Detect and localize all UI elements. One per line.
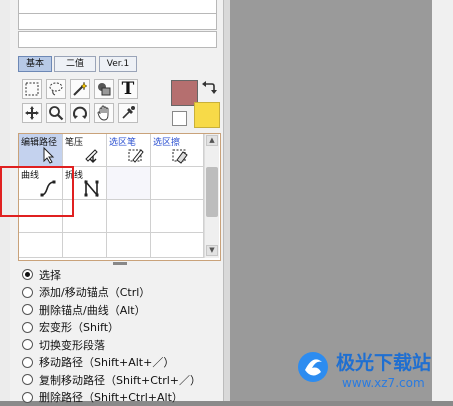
subtool-empty-slot xyxy=(151,167,204,200)
option-label: 删除锚点/曲线（Alt） xyxy=(39,302,146,318)
option-label: 添加/移动锚点（Ctrl） xyxy=(39,284,150,300)
radio-button[interactable] xyxy=(22,304,33,315)
swap-colors-icon[interactable] xyxy=(201,80,217,96)
option-macro-transform[interactable]: 宏变形（Shift） xyxy=(22,319,201,337)
hand-icon[interactable] xyxy=(94,103,114,123)
radio-button[interactable] xyxy=(22,392,33,403)
top-field-2[interactable] xyxy=(18,13,217,30)
tool-options-list: 选择 添加/移动锚点（Ctrl） 删除锚点/曲线（Alt） 宏变形（Shift）… xyxy=(22,266,201,406)
subtool-label: 笔压 xyxy=(65,135,83,148)
option-label: 切换变形段落 xyxy=(39,337,105,353)
rotate-icon[interactable] xyxy=(70,103,90,123)
subtool-empty-slot xyxy=(63,233,107,258)
subtool-empty-slot xyxy=(107,167,151,200)
watermark-url: www.xz7.com xyxy=(342,376,425,390)
option-label: 删除路径（Shift+Ctrl+Alt） xyxy=(39,389,183,405)
subtool-empty-slot xyxy=(107,233,151,258)
reset-colors-icon[interactable] xyxy=(172,111,187,126)
radio-button[interactable] xyxy=(22,269,33,280)
watermark-logo-icon xyxy=(296,350,330,384)
scroll-thumb[interactable] xyxy=(206,167,218,217)
pointer-icon xyxy=(39,146,57,164)
subtool-selection-pen[interactable]: 选区笔 xyxy=(107,134,151,167)
radio-button[interactable] xyxy=(22,322,33,333)
secondary-color-swatch[interactable] xyxy=(194,102,220,128)
option-label: 选择 xyxy=(39,267,61,283)
scroll-up-icon[interactable]: ▲ xyxy=(206,135,218,146)
scroll-down-icon[interactable]: ▼ xyxy=(206,245,218,256)
polyline-icon xyxy=(83,179,101,197)
magic-wand-icon[interactable] xyxy=(70,79,90,99)
move-icon[interactable] xyxy=(22,103,42,123)
option-label: 宏变形（Shift） xyxy=(39,319,119,335)
subtool-pressure[interactable]: 笔压 xyxy=(63,134,107,167)
radio-button[interactable] xyxy=(22,339,33,350)
subtool-empty-slot xyxy=(151,233,204,258)
subtool-empty-slot xyxy=(107,200,151,233)
top-field-3[interactable] xyxy=(18,31,217,48)
option-copy-move-path[interactable]: 复制移动路径（Shift+Ctrl+／） xyxy=(22,371,201,389)
top-field-1[interactable] xyxy=(18,0,217,14)
option-label: 复制移动路径（Shift+Ctrl+／） xyxy=(39,372,201,388)
tab-binary[interactable]: 二值 xyxy=(54,56,96,72)
subtool-edit-path[interactable]: 编辑路径 xyxy=(19,134,63,167)
option-delete-path[interactable]: 删除路径（Shift+Ctrl+Alt） xyxy=(22,389,201,406)
canvas-area[interactable] xyxy=(230,0,432,401)
highlight-box xyxy=(0,166,74,217)
radio-button[interactable] xyxy=(22,357,33,368)
tab-version[interactable]: Ver.1 xyxy=(99,56,137,72)
right-edge xyxy=(432,0,453,401)
lasso-icon[interactable] xyxy=(46,79,66,99)
subtool-selection-eraser[interactable]: 选区擦 xyxy=(151,134,204,167)
zoom-icon[interactable] xyxy=(46,103,66,123)
option-toggle-segment[interactable]: 切换变形段落 xyxy=(22,336,201,354)
pen-pressure-icon xyxy=(83,146,101,164)
selection-pen-icon xyxy=(127,146,145,164)
option-add-move-anchor[interactable]: 添加/移动锚点（Ctrl） xyxy=(22,284,201,302)
watermark-name: 极光下载站 xyxy=(336,348,431,375)
fill-icon[interactable] xyxy=(94,79,114,99)
site-watermark: 极光下载站 www.xz7.com xyxy=(296,348,446,396)
option-delete-anchor[interactable]: 删除锚点/曲线（Alt） xyxy=(22,301,201,319)
eyedropper-icon[interactable] xyxy=(118,103,138,123)
subtool-empty-slot xyxy=(19,233,63,258)
text-icon[interactable]: T xyxy=(118,79,138,99)
subtool-scrollbar[interactable]: ▲ ▼ xyxy=(204,134,219,258)
radio-button[interactable] xyxy=(22,287,33,298)
panel-resize-grip[interactable] xyxy=(113,262,127,265)
option-select[interactable]: 选择 xyxy=(22,266,201,284)
subtool-empty-slot xyxy=(151,200,204,233)
radio-button[interactable] xyxy=(22,374,33,385)
option-label: 移动路径（Shift+Alt+／） xyxy=(39,354,174,370)
selection-eraser-icon xyxy=(171,146,189,164)
tab-basic[interactable]: 基本 xyxy=(18,56,52,72)
rect-select-icon[interactable] xyxy=(22,79,42,99)
option-move-path[interactable]: 移动路径（Shift+Alt+／） xyxy=(22,354,201,372)
text-tool-glyph: T xyxy=(122,81,135,97)
panel-splitter[interactable] xyxy=(223,0,230,401)
